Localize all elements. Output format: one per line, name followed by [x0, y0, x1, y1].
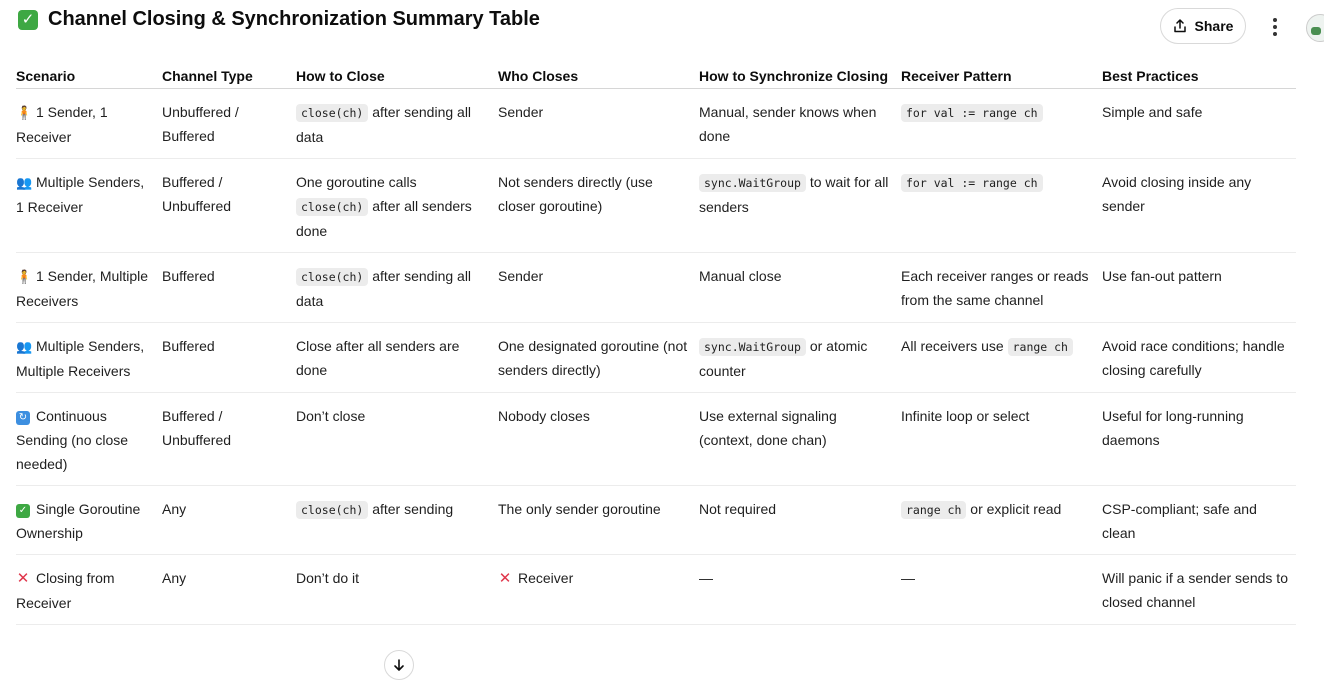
share-button[interactable]: Share: [1160, 8, 1246, 44]
cell-sync: Manual close: [699, 252, 901, 323]
check-mark-button-icon: ✓: [18, 9, 38, 30]
inline-code: close(ch): [296, 103, 369, 122]
person-icon: 🧍: [16, 104, 33, 120]
inline-code: close(ch): [296, 197, 369, 216]
cell-best-practices: Avoid race conditions; handle closing ca…: [1102, 322, 1296, 393]
table-row: ↻ Continuous Sending (no close needed) Bu…: [16, 392, 1296, 486]
page-title: Channel Closing & Synchronization Summar…: [48, 8, 540, 30]
cell-who-closes: ✕ Receiver: [498, 554, 699, 625]
cell-scenario: ↻ Continuous Sending (no close needed): [16, 392, 162, 486]
cell-scenario: 🧍 1 Sender, 1 Receiver: [16, 88, 162, 159]
chat-page: ✓ Channel Closing & Synchronization Summ…: [0, 0, 1324, 684]
cell-who-closes: Not senders directly (use closer gorouti…: [498, 158, 699, 253]
cell-best-practices: CSP-compliant; safe and clean: [1102, 485, 1296, 555]
page-title-row: ✓ Channel Closing & Synchronization Summ…: [18, 8, 540, 31]
table-row: 🧍 1 Sender, 1 Receiver Unbuffered / Buffe…: [16, 88, 1296, 159]
cell-how-to-close: Close after all senders are done: [296, 322, 498, 393]
cell-who-closes: The only sender goroutine: [498, 485, 699, 555]
cell-sync: sync.WaitGroup or atomic counter: [699, 322, 901, 393]
check-mark-icon: ✓: [16, 503, 30, 518]
table-row: 👥 Multiple Senders, Multiple Receivers Bu…: [16, 322, 1296, 393]
cell-channel-type: Buffered: [162, 252, 296, 323]
cell-how-to-close: Don’t do it: [296, 554, 498, 625]
scroll-to-bottom-button[interactable]: [384, 650, 414, 680]
cell-channel-type: Any: [162, 554, 296, 625]
summary-table: Scenario Channel Type How to Close Who C…: [16, 48, 1296, 625]
cell-who-closes: Nobody closes: [498, 392, 699, 486]
inline-code: sync.WaitGroup: [699, 173, 806, 192]
cell-how-to-close: close(ch) after sending all data: [296, 252, 498, 323]
cell-who-closes: One designated goroutine (not senders di…: [498, 322, 699, 393]
arrow-down-icon: [394, 659, 404, 671]
inline-code: for val := range ch: [901, 103, 1043, 122]
cell-scenario: ✕ Closing from Receiver: [16, 554, 162, 625]
cross-mark-icon: ✕: [16, 569, 30, 587]
cell-receiver-pattern: Each receiver ranges or reads from the s…: [901, 252, 1102, 323]
cell-sync: sync.WaitGroup to wait for all senders: [699, 158, 901, 253]
cell-receiver-pattern: Infinite loop or select: [901, 392, 1102, 486]
inline-code: range ch: [901, 500, 967, 519]
cell-scenario: 👥 Multiple Senders, 1 Receiver: [16, 158, 162, 253]
cell-receiver-pattern: —: [901, 554, 1102, 625]
column-header-how-to-close: How to Close: [296, 48, 498, 89]
cycle-arrows-icon: ↻: [16, 410, 30, 425]
column-header-who-closes: Who Closes: [498, 48, 699, 89]
cell-sync: Use external signaling (context, done ch…: [699, 392, 901, 486]
inline-code: range ch: [1007, 337, 1073, 356]
cell-who-closes: Sender: [498, 252, 699, 323]
column-header-how-to-synchronize: How to Synchronize Closing: [699, 48, 901, 89]
cell-who-closes: Sender: [498, 88, 699, 159]
cross-mark-icon: ✕: [498, 569, 512, 587]
table-row: ✓ Single Goroutine Ownership Any close(ch…: [16, 485, 1296, 555]
column-header-scenario: Scenario: [16, 48, 162, 89]
cell-channel-type: Unbuffered / Buffered: [162, 88, 296, 159]
cell-sync: —: [699, 554, 901, 625]
more-options-button[interactable]: [1262, 14, 1288, 40]
cell-receiver-pattern: All receivers use range ch: [901, 322, 1102, 393]
cell-how-to-close: Don’t close: [296, 392, 498, 486]
cell-best-practices: Will panic if a sender sends to closed c…: [1102, 554, 1296, 625]
table-row: 🧍 1 Sender, Multiple Receivers Buffered c…: [16, 252, 1296, 323]
cell-best-practices: Useful for long-running daemons: [1102, 392, 1296, 486]
cell-best-practices: Simple and safe: [1102, 88, 1296, 159]
cell-best-practices: Avoid closing inside any sender: [1102, 158, 1296, 253]
cell-how-to-close: close(ch) after sending all data: [296, 88, 498, 159]
inline-code: sync.WaitGroup: [699, 337, 806, 356]
cell-how-to-close: One goroutine calls close(ch) after all …: [296, 158, 498, 253]
cell-receiver-pattern: for val := range ch: [901, 158, 1102, 253]
cell-best-practices: Use fan-out pattern: [1102, 252, 1296, 323]
cell-channel-type: Buffered / Unbuffered: [162, 392, 296, 486]
people-icon: 👥: [16, 338, 33, 354]
inline-code: close(ch): [296, 267, 369, 286]
table-row: 👥 Multiple Senders, 1 Receiver Buffered /…: [16, 158, 1296, 253]
cell-scenario: ✓ Single Goroutine Ownership: [16, 485, 162, 555]
cell-channel-type: Buffered / Unbuffered: [162, 158, 296, 253]
table-row: ✕ Closing from Receiver Any Don’t do it ✕…: [16, 554, 1296, 625]
cell-sync: Manual, sender knows when done: [699, 88, 901, 159]
cell-scenario: 🧍 1 Sender, Multiple Receivers: [16, 252, 162, 323]
cell-sync: Not required: [699, 485, 901, 555]
share-icon: [1173, 19, 1186, 33]
column-header-channel-type: Channel Type: [162, 48, 296, 89]
cell-how-to-close: close(ch) after sending: [296, 485, 498, 555]
share-label: Share: [1194, 18, 1234, 34]
inline-code: close(ch): [296, 500, 369, 519]
person-icon: 🧍: [16, 268, 33, 284]
column-header-receiver-pattern: Receiver Pattern: [901, 48, 1102, 89]
column-header-best-practices: Best Practices: [1102, 48, 1296, 89]
people-icon: 👥: [16, 174, 33, 190]
avatar[interactable]: [1306, 14, 1324, 42]
table-header-row: Scenario Channel Type How to Close Who C…: [16, 48, 1296, 89]
inline-code: for val := range ch: [901, 173, 1043, 192]
more-dots-icon: [1273, 18, 1277, 22]
cell-channel-type: Any: [162, 485, 296, 555]
cell-receiver-pattern: range ch or explicit read: [901, 485, 1102, 555]
cell-scenario: 👥 Multiple Senders, Multiple Receivers: [16, 322, 162, 393]
cell-channel-type: Buffered: [162, 322, 296, 393]
cell-receiver-pattern: for val := range ch: [901, 88, 1102, 159]
